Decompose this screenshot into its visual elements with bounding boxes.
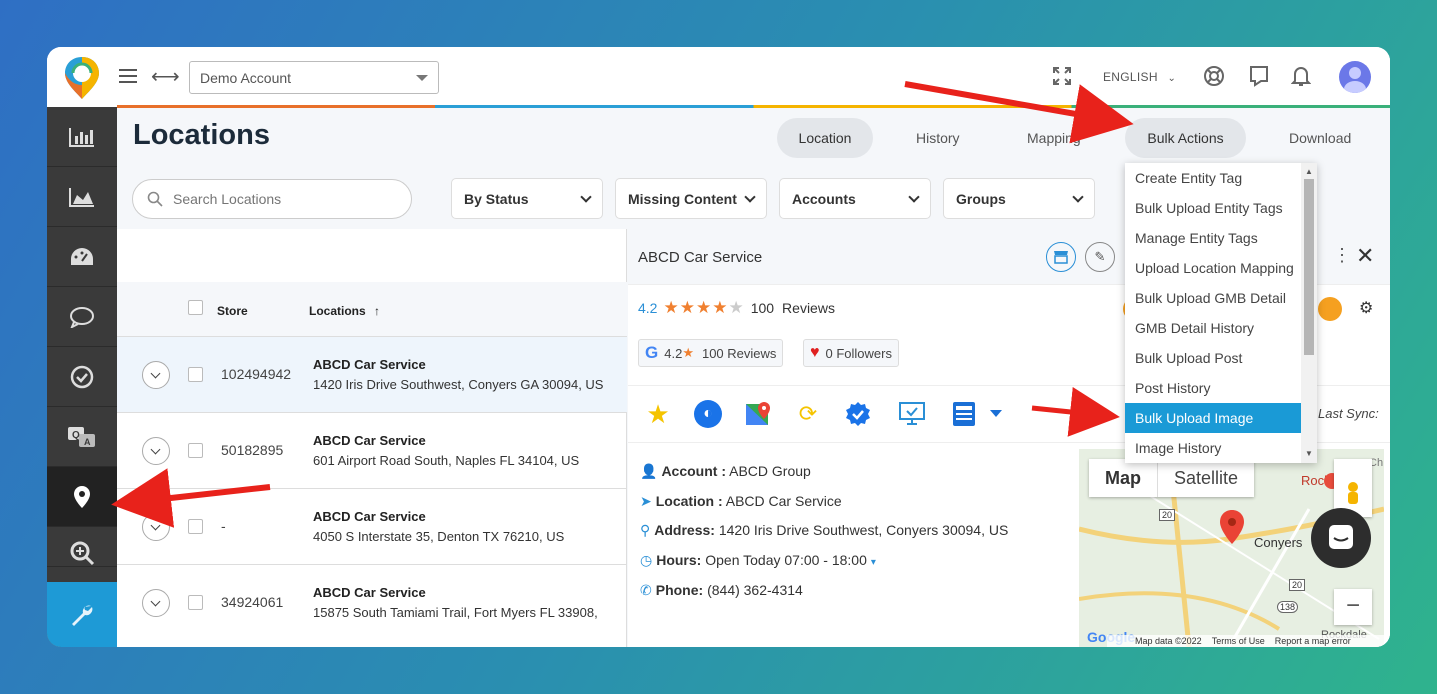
annotation-arrows (111, 81, 1134, 528)
